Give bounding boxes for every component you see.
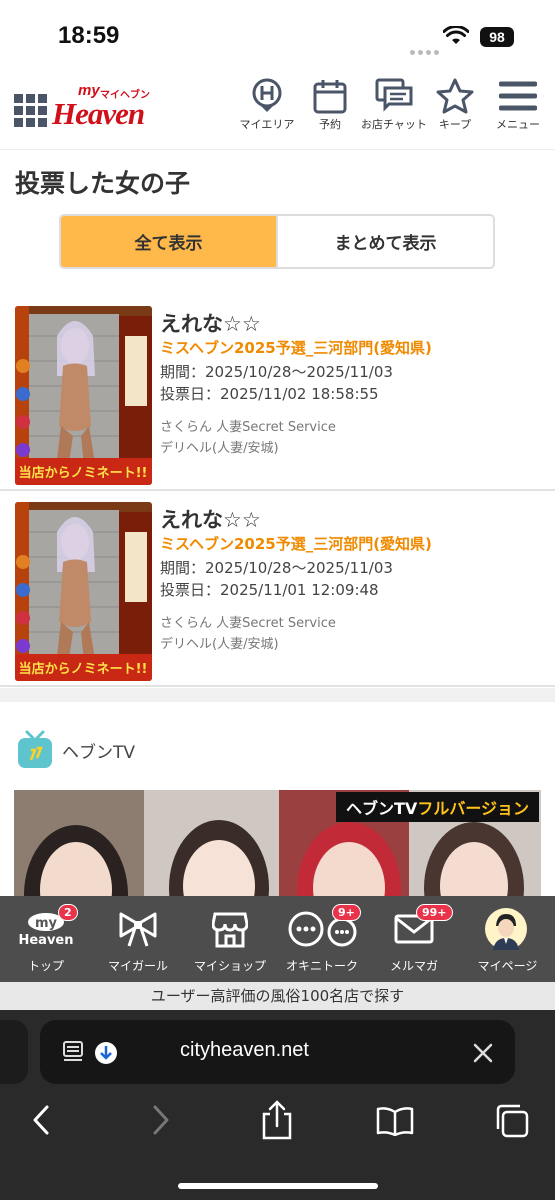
hamburger-menu-icon [499,81,537,111]
nav-reservation[interactable]: 予約 [306,78,354,142]
ribbon-icon [119,912,157,947]
section-divider [0,688,555,702]
shop-genre: デリヘル(人妻/安城) [160,637,279,652]
previous-tab-pill[interactable] [0,1020,28,1084]
url-text[interactable]: cityheaven.net [180,1039,309,1062]
my-heaven-logo[interactable]: my マイヘブン Heaven [52,82,152,131]
nav-keep[interactable]: キープ [432,78,478,142]
bottom-nav-my-page[interactable]: マイページ [460,896,555,982]
shop-icon [212,912,248,948]
heaven-tv-title: ヘブンTV [62,743,136,763]
share-icon[interactable] [260,1100,294,1140]
screen: 18:59 98 my マイヘブン Heaven マイエリア 予約 お店チャット… [0,0,555,1200]
chat-icon [375,78,413,112]
promo-strip[interactable]: ユーザー高評価の風俗100名店で探す [0,982,555,1010]
photo-caption: 当店からノミネート!! [19,661,148,677]
nav-my-area[interactable]: マイエリア [236,78,298,142]
vote-period: 期間：2025/10/28〜2025/11/03 [160,559,393,577]
girl-name[interactable]: えれな☆☆ [160,504,261,534]
bottom-nav-top[interactable]: my Heaven 2 トップ [0,896,92,982]
vote-card[interactable]: 当店からノミネート!! えれな☆☆ ミスヘブン2025予選_三河部門(愛知県) … [0,492,555,687]
heaven-tv-banner[interactable]: ヘブンTVフルバージョン [14,790,541,900]
shop-name: さくらん 人妻Secret Service [160,420,336,435]
nav-shop-chat[interactable]: お店チャット [360,78,428,142]
vote-date: 投票日：2025/11/01 12:09:48 [160,581,379,599]
forward-icon[interactable] [150,1104,172,1136]
shop-name: さくらん 人妻Secret Service [160,616,336,631]
girl-photo[interactable]: 当店からノミネート!! [15,502,152,681]
status-time: 18:59 [58,22,120,49]
close-icon[interactable] [473,1043,493,1063]
notification-badge: 9+ [332,904,361,921]
banner-label: ヘブンTVフルバージョン [336,792,539,822]
tab-show-grouped[interactable]: まとめて表示 [276,216,493,267]
grid-menu-icon[interactable] [14,94,47,127]
svg-text:Heaven: Heaven [18,933,73,948]
girl-photo[interactable]: 当店からノミネート!! [15,306,152,485]
heaven-tv-icon [18,730,52,768]
bottom-nav-my-shop[interactable]: マイショップ [184,896,276,982]
star-icon [436,78,474,114]
vote-period: 期間：2025/10/28〜2025/11/03 [160,363,393,381]
battery-indicator: 98 [480,27,514,47]
shop-genre: デリヘル(人妻/安城) [160,441,279,456]
bottom-nav-okini-talk[interactable]: 9+ オキニトーク [276,896,368,982]
back-icon[interactable] [30,1104,52,1136]
view-toggle: 全て表示 まとめて表示 [59,214,495,269]
avatar-icon [485,908,527,950]
status-bar: 18:59 98 [0,0,555,70]
notification-badge: 2 [58,904,78,921]
vote-date: 投票日：2025/11/02 18:58:55 [160,385,379,403]
bottom-nav-my-girl[interactable]: マイガール [92,896,184,982]
bookmarks-icon[interactable] [376,1106,414,1136]
signal-dots-icon [410,40,442,59]
svg-text:my: my [35,916,58,931]
tabs-icon[interactable] [494,1103,530,1139]
page-title: 投票した女の子 [15,169,191,198]
contest-name[interactable]: ミスヘブン2025予選_三河部門(愛知県) [160,533,432,554]
vote-card[interactable]: 当店からノミネート!! えれな☆☆ ミスヘブン2025予選_三河部門(愛知県) … [0,296,555,491]
page-menu-icon[interactable] [62,1040,120,1066]
bottom-nav-mail-magazine[interactable]: 99+ メルマガ [368,896,460,982]
notification-badge: 99+ [416,904,453,921]
bottom-nav: my Heaven 2 トップ マイガール マイショップ 9+ オキニトーク 9… [0,896,555,982]
calendar-icon [313,80,347,114]
nav-menu[interactable]: メニュー [488,78,548,142]
wifi-icon [443,26,469,44]
contest-name[interactable]: ミスヘブン2025予選_三河部門(愛知県) [160,337,432,358]
photo-caption: 当店からノミネート!! [19,465,148,481]
area-pin-icon [252,78,282,112]
tab-show-all[interactable]: 全て表示 [61,216,276,267]
girl-name[interactable]: えれな☆☆ [160,308,261,338]
home-indicator [178,1183,378,1189]
